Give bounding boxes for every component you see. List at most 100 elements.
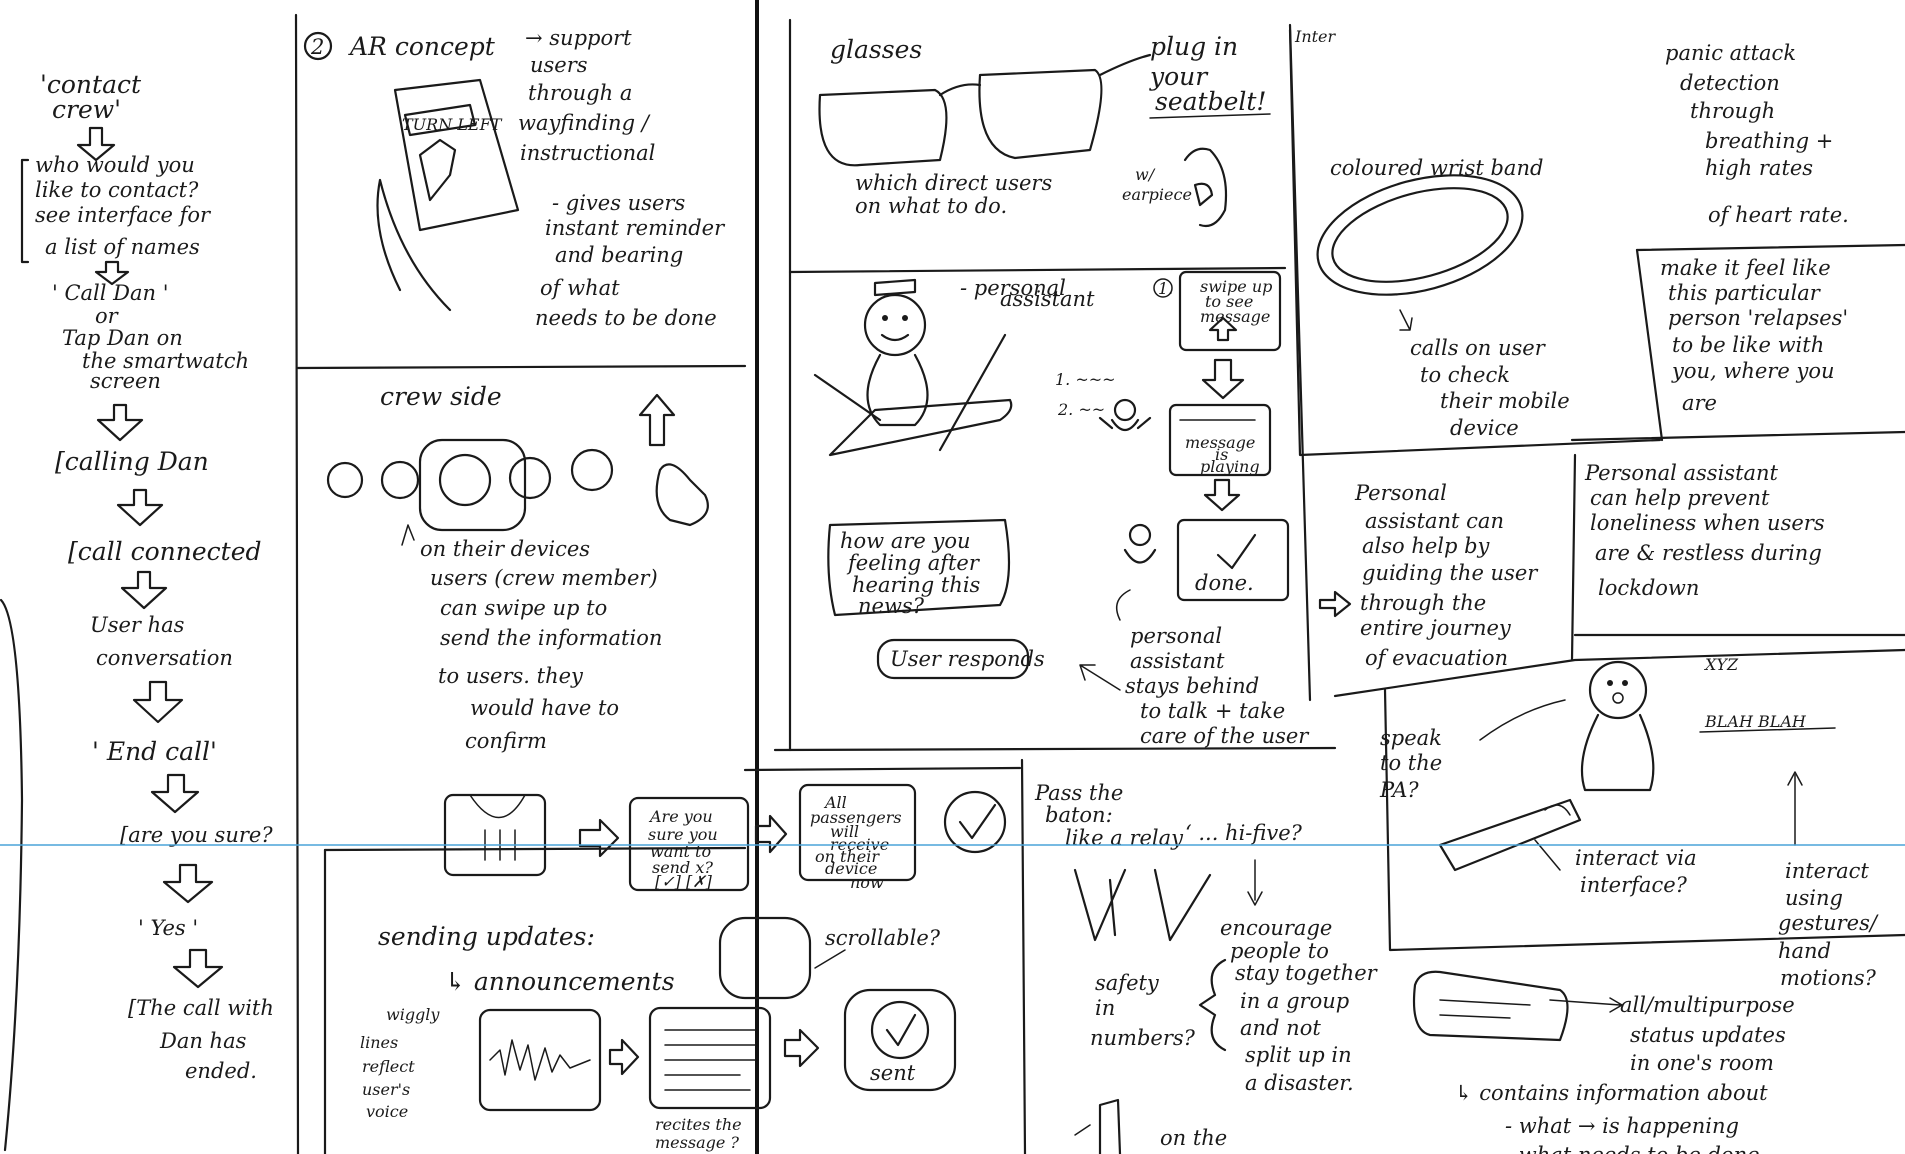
right-blah: BLAH BLAH [1704,712,1807,731]
ar-note-l3: through a [528,81,632,105]
tablet-icon [1438,798,1582,872]
stays-l4: to talk + take [1140,699,1285,723]
right-arrow-icon [608,1038,640,1076]
relay-panel: Pass the baton: like a relay ‘ ... hi-fi… [1034,781,1379,1154]
interface-l1: interact via [1575,846,1697,870]
earpiece-l1: w/ [1135,165,1156,184]
glasses-panel: glasses plug in your seatbelt! which dir… [818,32,1271,228]
passenger-l7: now [850,873,884,892]
down-arrow-icon [162,863,214,904]
wiggly-l4: user's [362,1080,410,1099]
arm-device-icon [828,398,1013,457]
brace-icon [1198,958,1227,1052]
stays-l1: personal [1130,624,1222,648]
sent-label: sent [870,1061,916,1085]
ar-note2-l1: - gives users [552,191,685,215]
scrollable-label: scrollable? [825,926,941,950]
interface-l2: interface? [1580,873,1688,897]
feel-l3: person 'relapses' [1668,306,1848,330]
phone-icon [393,78,520,232]
glasses-title: glasses [830,35,922,64]
guide-l3: also help by [1362,534,1491,558]
down-arrow-icon [1201,358,1245,400]
flow-step4: [call connected [68,537,262,566]
lonely-l4: are & restless during [1595,541,1822,565]
assistant-head-icon [1588,660,1648,720]
flow-title-2: crew' [52,95,121,124]
voice-screen [478,1008,602,1112]
watch-screen-icon [443,793,547,877]
flow-step5-l1: User has [90,613,185,637]
ar-number: 2 [310,35,324,59]
message-screen [648,1006,772,1110]
person-icon [1113,398,1137,422]
gestures-l5: motions? [1780,966,1877,990]
swipe-l3: message [1200,307,1270,326]
plug-l1: plug in [1150,32,1238,61]
guide-l7: of evacuation [1365,646,1508,670]
hand-swipe-icon [655,463,709,527]
selected-contact-icon [438,453,492,507]
flow-step1-l1: who would you [35,153,195,177]
safety-l2: in [1095,996,1115,1020]
calls-l4: device [1450,416,1519,440]
relay-title-l3: like a relay [1065,826,1184,850]
status-screen-icon [1412,970,1569,1042]
ar-note2-l2: instant reminder [545,216,726,240]
glasses-bridge [938,83,982,97]
sketchbook-page: 'contact crew' who would you like to con… [0,0,1905,1154]
pa-label-l2: assistant [1000,287,1095,311]
flow-step1-l2: like to contact? [35,178,199,202]
flow-step2-l2: or [95,304,120,328]
down-arrow-icon [116,488,164,527]
wiggly-l3: reflect [362,1057,415,1076]
bubble-l2: feeling after [846,551,981,575]
down-arrow-icon [150,773,200,814]
crew-note-l4: send the information [440,626,662,650]
stays-l3: stays behind [1125,674,1259,698]
panic-l1: panic attack [1665,41,1796,65]
ar-title: AR concept [348,32,496,61]
down-arrow-icon [1203,478,1241,512]
crew-note-l5: to users. they [438,664,584,688]
lonely-l5: lockdown [1598,576,1699,600]
encourage-l4: in a group [1240,989,1349,1013]
ar-note2-l3: and bearing [555,243,683,267]
crew-note-l1: on their devices [420,537,590,561]
gestures-l1: interact [1785,859,1869,883]
bubble-l1: how are you [840,529,971,553]
crew-title: crew side [380,382,502,411]
flow-step1-l4: a list of names [45,235,200,259]
encourage-l6: split up in [1245,1043,1352,1067]
crew-note-l2: users (crew member) [430,566,658,590]
glasses-caption-l2: on what to do. [855,194,1007,218]
flow-step1-l3: see interface for [35,203,212,227]
relay-onthe: on the [1160,1126,1227,1150]
ar-sign: TURN LEFT [402,115,503,134]
stays-l2: assistant [1130,649,1225,673]
assistant-body-icon [1580,713,1655,792]
contact-circle-icon [326,461,364,499]
person-icon [1128,523,1152,547]
flow-step8: ' Yes ' [138,916,198,940]
checkmark-icon [958,803,997,840]
crew-note-l3: can swipe up to [440,596,607,620]
allpurpose-l2: status updates [1630,1023,1786,1047]
flow-step2-l1: ' Call Dan ' [52,281,168,305]
relay-title-l2: baton: [1045,803,1113,827]
personal-assistant-panel: - personal assistant 1. swipe up to see … [813,270,1310,748]
watch-face-icon [418,438,527,532]
wiggly-l1: wiggly [386,1005,440,1024]
contains-line: ↳ contains information about [1455,1081,1768,1105]
flow-step2-l3: Tap Dan on [62,326,183,350]
ar-note2-l4: of what [540,276,620,300]
contact-crew-flow: 'contact crew' who would you like to con… [20,70,274,1083]
pa-list-l1: 1. ~~~ [1055,370,1116,389]
guide-l2: assistant can [1365,509,1504,533]
updates-sub: ↳ announcements [445,967,675,996]
flow-step2-l5: screen [90,369,161,393]
flow-step9-l1: [The call with [128,996,274,1020]
calls-l3: their mobile [1440,389,1570,413]
flow-step5-l2: conversation [96,646,233,670]
panic-l6: of heart rate. [1708,203,1849,227]
